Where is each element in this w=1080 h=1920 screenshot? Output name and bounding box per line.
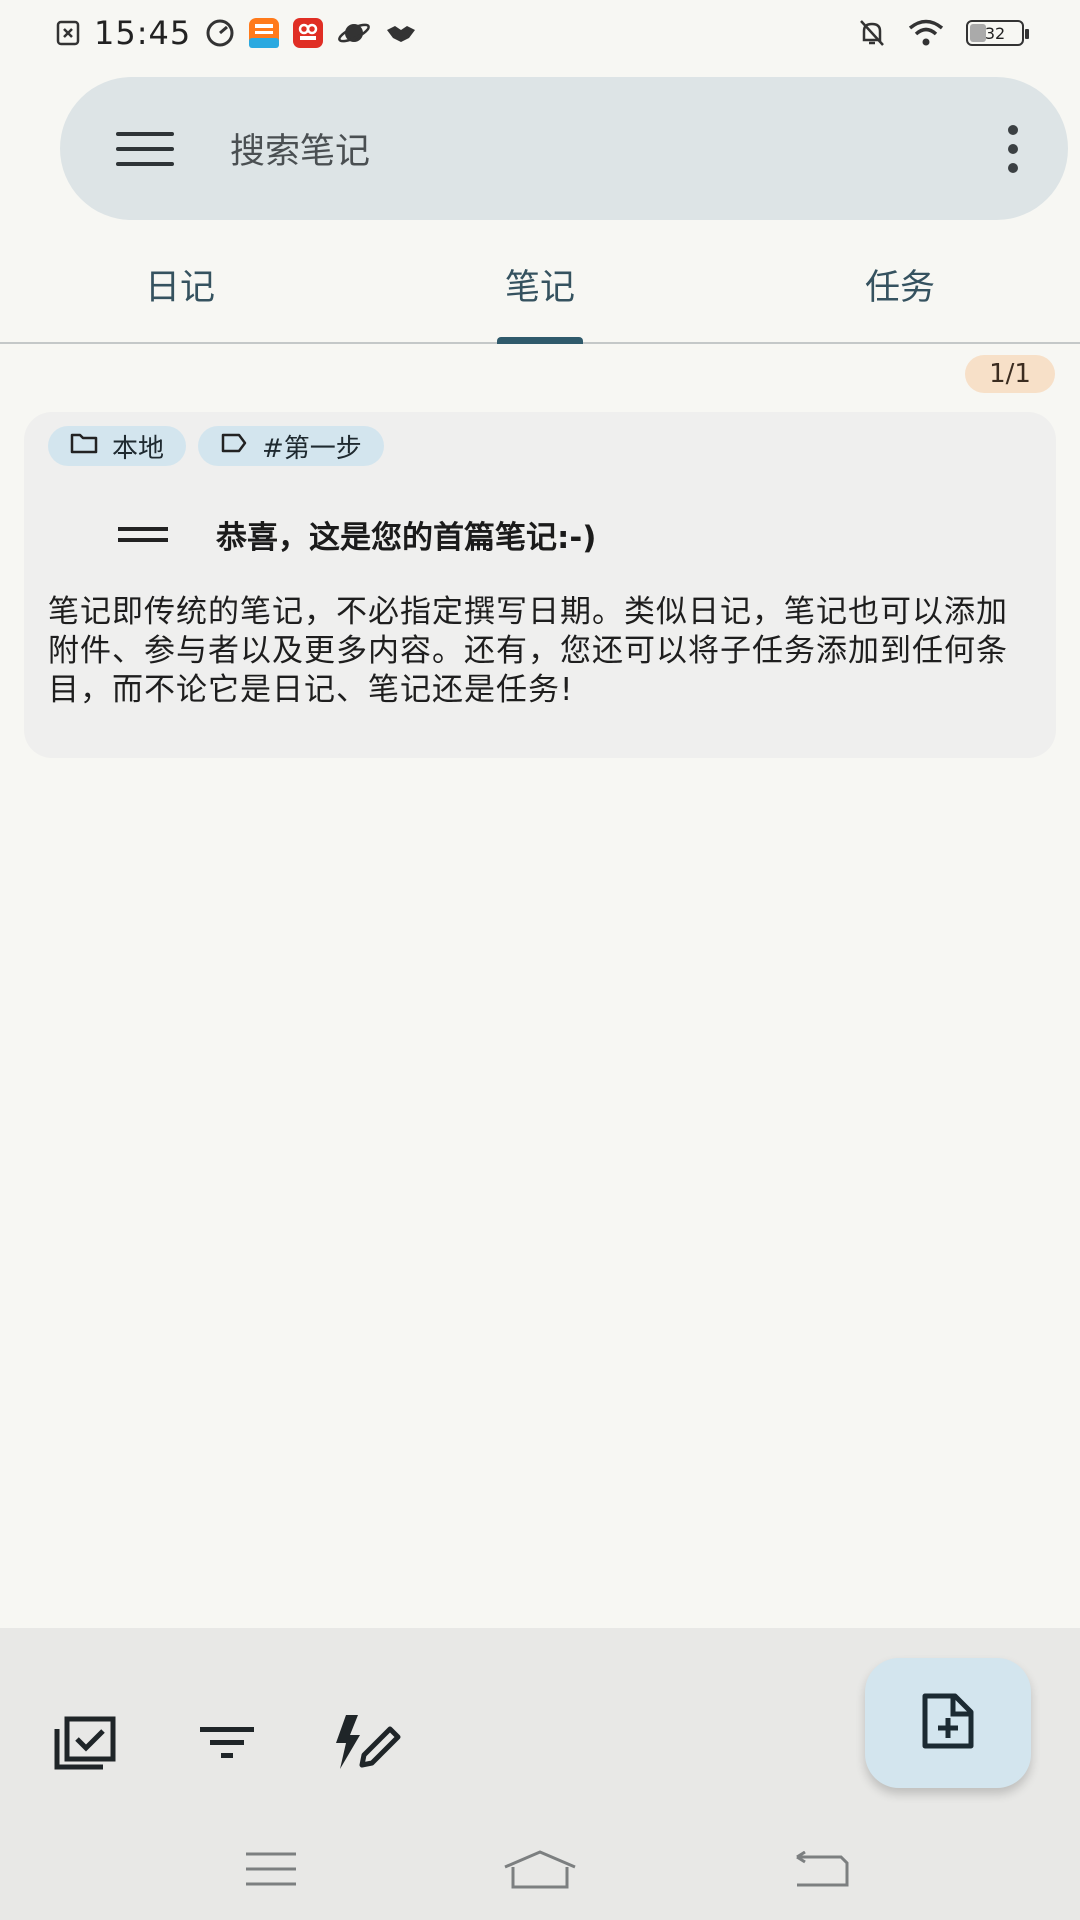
bottom-app-bar bbox=[0, 1628, 1080, 1818]
app-screen: 15:45 32 搜索笔记 日记 笔记 任务 1/1 本地 #第一步 恭喜，这是… bbox=[0, 0, 1080, 1920]
tag-chip[interactable]: #第一步 bbox=[198, 426, 384, 466]
tag-label: #第一步 bbox=[262, 433, 362, 464]
tab-tasks[interactable]: 任务 bbox=[720, 240, 1080, 342]
handshake-icon bbox=[385, 20, 417, 46]
back-icon[interactable] bbox=[782, 1844, 862, 1894]
filter-icon[interactable] bbox=[192, 1708, 262, 1778]
collection-label: 本地 bbox=[112, 433, 165, 464]
note-body: 笔记即传统的笔记，不必指定撰写日期。类似日记，笔记也可以添加附件、参与者以及更多… bbox=[48, 594, 1008, 708]
mute-icon bbox=[858, 18, 886, 48]
drag-handle-icon[interactable] bbox=[118, 527, 168, 542]
search-bar[interactable]: 搜索笔记 bbox=[60, 77, 1068, 220]
status-time: 15:45 bbox=[94, 14, 192, 52]
planet-icon bbox=[337, 18, 371, 48]
search-input[interactable]: 搜索笔记 bbox=[230, 123, 370, 174]
system-nav-bar bbox=[0, 1818, 1080, 1920]
collection-chip[interactable]: 本地 bbox=[48, 426, 187, 466]
battery-level: 32 bbox=[984, 23, 1006, 43]
wifi-icon bbox=[908, 19, 944, 47]
multi-select-icon[interactable] bbox=[50, 1708, 120, 1778]
speed-icon bbox=[205, 18, 235, 48]
label-icon bbox=[220, 431, 248, 461]
note-card[interactable]: 本地 #第一步 恭喜，这是您的首篇笔记:-) 笔记即传统的笔记，不必指定撰写日期… bbox=[24, 412, 1056, 758]
tab-notes[interactable]: 笔记 bbox=[360, 240, 720, 342]
chip-row: 本地 #第一步 bbox=[48, 426, 1032, 466]
note-title: 恭喜，这是您的首篇笔记:-) bbox=[216, 520, 597, 556]
taobao-app-icon bbox=[249, 18, 280, 48]
home-icon[interactable] bbox=[500, 1844, 580, 1894]
more-options-icon[interactable] bbox=[998, 124, 1028, 173]
quick-add-icon[interactable] bbox=[334, 1708, 404, 1778]
menu-icon[interactable] bbox=[116, 131, 174, 166]
result-counter: 1/1 bbox=[965, 355, 1055, 393]
folder-icon bbox=[70, 431, 98, 461]
tab-journals[interactable]: 日记 bbox=[0, 240, 360, 342]
add-note-icon bbox=[921, 1692, 975, 1754]
pinduoduo-app-icon bbox=[293, 18, 324, 48]
add-note-button[interactable] bbox=[865, 1658, 1031, 1788]
sim-error-icon bbox=[56, 20, 80, 46]
recent-apps-icon[interactable] bbox=[231, 1844, 311, 1894]
note-title-row: 恭喜，这是您的首篇笔记:-) bbox=[48, 512, 1032, 557]
battery-icon: 32 bbox=[966, 20, 1029, 46]
tab-bar: 日记 笔记 任务 bbox=[0, 240, 1080, 344]
status-bar: 15:45 32 bbox=[0, 0, 1080, 66]
